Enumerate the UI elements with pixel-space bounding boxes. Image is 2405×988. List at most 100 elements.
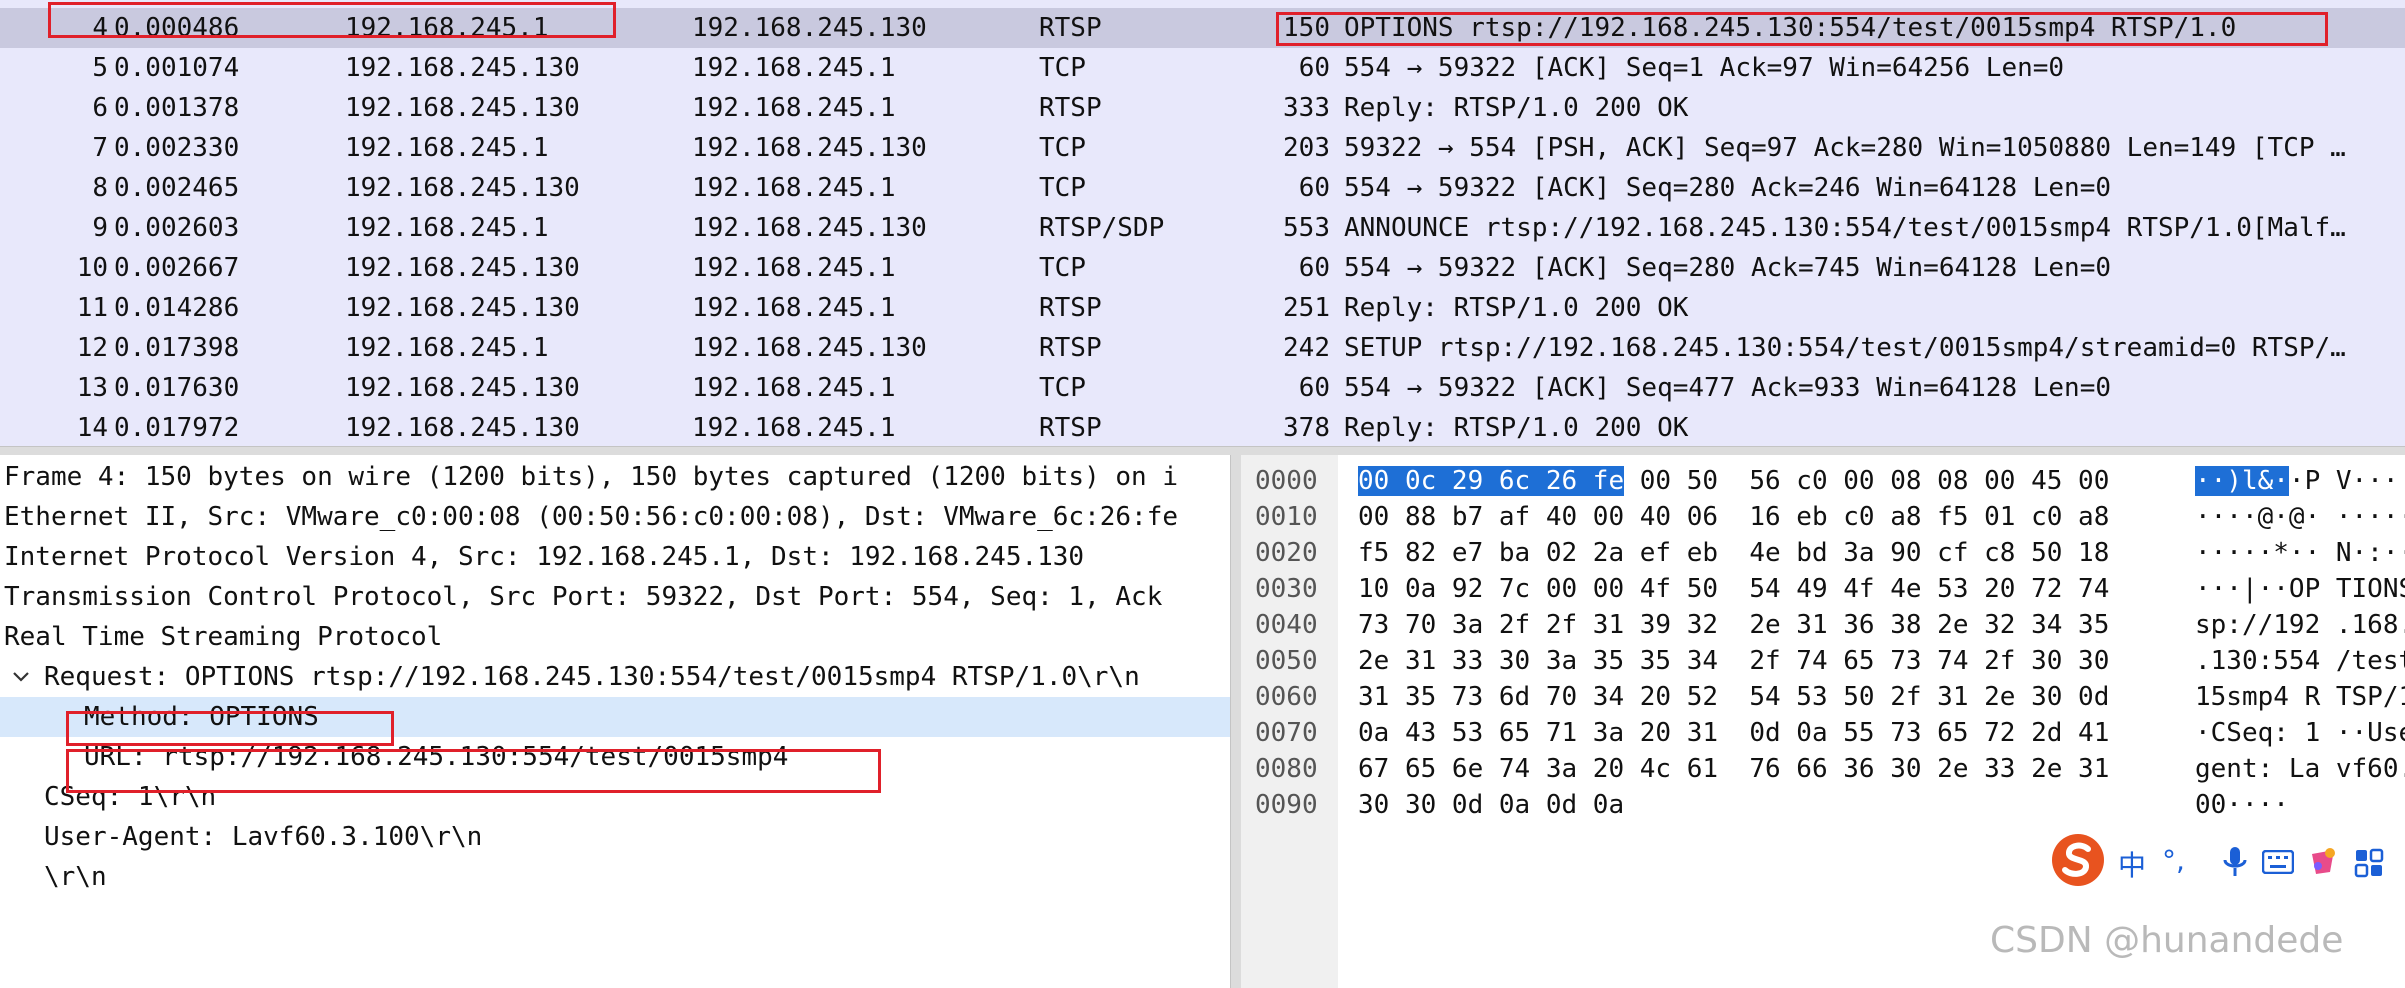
packet-row[interactable]: 12 0.017398 192.168.245.1 192.168.245.130 RT… <box>0 328 2405 368</box>
hex-bytes[interactable]: 00 88 b7 af 40 00 40 06 16 eb c0 a8 f5 0… <box>1358 499 2109 535</box>
sogou-logo-icon <box>2052 834 2104 886</box>
keyboard-icon[interactable] <box>2262 850 2294 874</box>
hex-bytes-selected[interactable]: 00 0c 29 6c 26 fe <box>1358 466 1625 496</box>
detail-tree-item[interactable]: Transmission Control Protocol, Src Port:… <box>0 577 1230 617</box>
hex-ascii[interactable]: ····@·@· ········ <box>2195 499 2405 535</box>
ime-chinese-mode[interactable]: 中 <box>2118 844 2146 884</box>
hex-bytes-rest[interactable]: f5 82 e7 ba 02 2a ef eb 4e bd 3a 90 cf c… <box>1358 538 2109 568</box>
microphone-icon[interactable] <box>2222 846 2248 880</box>
hex-bytes-rest[interactable]: 31 35 73 6d 70 34 20 52 54 53 50 2f 31 2… <box>1358 682 2109 712</box>
packet-row[interactable]: 13 0.017630 192.168.245.130 192.168.245.1 TC… <box>0 368 2405 408</box>
watermark: CSDN @hunandede <box>1990 920 2344 961</box>
hex-offset: 0030 <box>1255 574 1318 604</box>
hex-ascii-rest[interactable]: ···|··OP TIONS rt <box>2195 574 2405 604</box>
hex-bytes[interactable]: 0a 43 53 65 71 3a 20 31 0d 0a 55 73 65 7… <box>1358 715 2109 751</box>
detail-tree-item[interactable]: CSeq: 1\r\n <box>0 777 1230 817</box>
packet-source: 192.168.245.1 <box>345 13 549 43</box>
hex-ascii-rest[interactable]: 15smp4 R TSP/1.0· <box>2195 682 2405 712</box>
detail-tree-item[interactable]: Request: OPTIONS rtsp://192.168.245.130:… <box>0 657 1230 697</box>
hex-bytes[interactable]: 67 65 6e 74 3a 20 4c 61 76 66 36 30 2e 3… <box>1358 751 2109 787</box>
ime-punctuation[interactable]: °, <box>2162 844 2185 877</box>
packet-row[interactable]: 5 0.001074 192.168.245.130 192.168.245.1 TCP… <box>0 48 2405 88</box>
hex-ascii-rest[interactable]: ·CSeq: 1 ··User-A <box>2195 718 2405 748</box>
hex-bytes-rest[interactable]: 67 65 6e 74 3a 20 4c 61 76 66 36 30 2e 3… <box>1358 754 2109 784</box>
hex-bytes[interactable]: 30 30 0d 0a 0d 0a <box>1358 787 1624 823</box>
packet-row[interactable]: 7 0.002330 192.168.245.1 192.168.245.130 TCP… <box>0 128 2405 168</box>
packet-length: 378 <box>1283 413 1330 443</box>
packet-source: 192.168.245.1 <box>345 333 549 363</box>
hex-row[interactable]: 0040 73 70 3a 2f 2f 31 39 32 2e 31 36 38 … <box>1241 607 2405 643</box>
hex-ascii[interactable]: ···|··OP TIONS rt <box>2195 571 2405 607</box>
hex-row[interactable]: 0010 00 88 b7 af 40 00 40 06 16 eb c0 a8 … <box>1241 499 2405 535</box>
detail-tree-item[interactable]: Ethernet II, Src: VMware_c0:00:08 (00:50… <box>0 497 1230 537</box>
hex-bytes-rest[interactable]: 2e 31 33 30 3a 35 35 34 2f 74 65 73 74 2… <box>1358 646 2109 676</box>
hex-bytes[interactable]: 31 35 73 6d 70 34 20 52 54 53 50 2f 31 2… <box>1358 679 2109 715</box>
hex-bytes[interactable]: f5 82 e7 ba 02 2a ef eb 4e bd 3a 90 cf c… <box>1358 535 2109 571</box>
hex-ascii[interactable]: sp://192 .168.245 <box>2195 607 2405 643</box>
ime-toolbar[interactable]: 中 °, <box>2044 826 2405 896</box>
packet-info: 554 → 59322 [ACK] Seq=1 Ack=97 Win=64256… <box>1344 53 2065 83</box>
hex-ascii[interactable]: ··)l&··P V··· <box>2195 463 2399 499</box>
hex-row[interactable]: 0030 10 0a 92 7c 00 00 4f 50 54 49 4f 4e … <box>1241 571 2405 607</box>
hex-ascii-rest[interactable]: 00···· <box>2195 790 2289 820</box>
detail-text: URL: rtsp://192.168.245.130:554/test/001… <box>84 742 789 772</box>
skin-icon[interactable] <box>2306 844 2340 878</box>
detail-tree-item[interactable]: Real Time Streaming Protocol <box>0 617 1230 657</box>
hex-ascii-rest[interactable]: ·····*·· N·:···P· <box>2195 538 2405 568</box>
toolbox-icon[interactable] <box>2354 848 2384 878</box>
packet-source: 192.168.245.130 <box>345 253 580 283</box>
hex-ascii-rest[interactable]: gent: La vf60.3.1 <box>2195 754 2405 784</box>
hex-row[interactable]: 0060 31 35 73 6d 70 34 20 52 54 53 50 2f … <box>1241 679 2405 715</box>
hex-ascii-rest[interactable]: sp://192 .168.245 <box>2195 610 2405 640</box>
packet-row[interactable]: 10 0.002667 192.168.245.130 192.168.245.1 TC… <box>0 248 2405 288</box>
hex-ascii[interactable]: ·CSeq: 1 ··User-A <box>2195 715 2405 751</box>
detail-tree-item[interactable]: User-Agent: Lavf60.3.100\r\n <box>0 817 1230 857</box>
hex-row[interactable]: 0090 30 30 0d 0a 0d 0a 00···· <box>1241 787 2405 823</box>
packet-details-pane[interactable]: Frame 4: 150 bytes on wire (1200 bits), … <box>0 455 1230 988</box>
hex-row[interactable]: 0070 0a 43 53 65 71 3a 20 31 0d 0a 55 73 … <box>1241 715 2405 751</box>
hex-ascii-rest[interactable]: .130:554 /test/00 <box>2195 646 2405 676</box>
packet-row[interactable]: 8 0.002465 192.168.245.130 192.168.245.1 TCP… <box>0 168 2405 208</box>
packet-destination: 192.168.245.1 <box>692 53 896 83</box>
packet-row[interactable]: 4 0.000486 192.168.245.1 192.168.245.130 RTS… <box>0 8 2405 48</box>
hex-row[interactable]: 0020 f5 82 e7 ba 02 2a ef eb 4e bd 3a 90 … <box>1241 535 2405 571</box>
detail-tree-item[interactable]: Method: OPTIONS <box>0 697 1230 737</box>
hex-bytes-rest[interactable]: 00 50 56 c0 00 08 08 00 45 00 <box>1624 466 2110 496</box>
packet-row[interactable]: 11 0.014286 192.168.245.130 192.168.245.1 RT… <box>0 288 2405 328</box>
hex-bytes[interactable]: 2e 31 33 30 3a 35 35 34 2f 74 65 73 74 2… <box>1358 643 2109 679</box>
hex-row[interactable]: 0050 2e 31 33 30 3a 35 35 34 2f 74 65 73 … <box>1241 643 2405 679</box>
hex-bytes-rest[interactable]: 73 70 3a 2f 2f 31 39 32 2e 31 36 38 2e 3… <box>1358 610 2109 640</box>
packet-source: 192.168.245.130 <box>345 373 580 403</box>
hex-bytes-rest[interactable]: 0a 43 53 65 71 3a 20 31 0d 0a 55 73 65 7… <box>1358 718 2109 748</box>
hex-ascii[interactable]: 15smp4 R TSP/1.0· <box>2195 679 2405 715</box>
hex-ascii-rest[interactable]: ····@·@· ········ <box>2195 502 2405 532</box>
hex-bytes[interactable]: 10 0a 92 7c 00 00 4f 50 54 49 4f 4e 53 2… <box>1358 571 2109 607</box>
hex-bytes-rest[interactable]: 00 88 b7 af 40 00 40 06 16 eb c0 a8 f5 0… <box>1358 502 2109 532</box>
packet-list[interactable]: 4 0.000486 192.168.245.1 192.168.245.130 RTS… <box>0 0 2405 446</box>
hex-ascii-selected[interactable]: ··)l&· <box>2195 466 2289 496</box>
packet-row[interactable]: 6 0.001378 192.168.245.130 192.168.245.1 RTS… <box>0 88 2405 128</box>
detail-tree-item[interactable]: \r\n <box>0 857 1230 897</box>
hex-row[interactable]: 0080 67 65 6e 74 3a 20 4c 61 76 66 36 30 … <box>1241 751 2405 787</box>
hex-dump-pane[interactable]: 0000 00 0c 29 6c 26 fe 00 50 56 c0 00 08 … <box>1241 455 2405 988</box>
hex-offset: 0010 <box>1255 502 1318 532</box>
hex-bytes[interactable]: 73 70 3a 2f 2f 31 39 32 2e 31 36 38 2e 3… <box>1358 607 2109 643</box>
hex-bytes-rest[interactable]: 30 30 0d 0a 0d 0a <box>1358 790 1624 820</box>
hex-ascii[interactable]: ·····*·· N·:···P· <box>2195 535 2405 571</box>
detail-tree-item[interactable]: URL: rtsp://192.168.245.130:554/test/001… <box>0 737 1230 777</box>
hex-ascii[interactable]: 00···· <box>2195 787 2289 823</box>
hex-row[interactable]: 0000 00 0c 29 6c 26 fe 00 50 56 c0 00 08 … <box>1241 463 2405 499</box>
hex-bytes-rest[interactable]: 10 0a 92 7c 00 00 4f 50 54 49 4f 4e 53 2… <box>1358 574 2109 604</box>
hex-ascii-rest[interactable]: ·P V··· <box>2289 466 2399 496</box>
packet-row[interactable]: 9 0.002603 192.168.245.1 192.168.245.130 RTS… <box>0 208 2405 248</box>
packet-source: 192.168.245.130 <box>345 93 580 123</box>
detail-tree-item[interactable]: Internet Protocol Version 4, Src: 192.16… <box>0 537 1230 577</box>
detail-tree-item[interactable]: Frame 4: 150 bytes on wire (1200 bits), … <box>0 457 1230 497</box>
packet-row[interactable]: 14 0.017972 192.168.245.130 192.168.245.1 RT… <box>0 408 2405 446</box>
hex-ascii[interactable]: .130:554 /test/00 <box>2195 643 2405 679</box>
hex-offset: 0040 <box>1255 610 1318 640</box>
packet-length: 251 <box>1283 293 1330 323</box>
chevron-down-icon[interactable] <box>10 657 34 697</box>
hex-ascii[interactable]: gent: La vf60.3.1 <box>2195 751 2405 787</box>
hex-bytes[interactable]: 00 0c 29 6c 26 fe 00 50 56 c0 00 08 08 0… <box>1358 463 2109 499</box>
